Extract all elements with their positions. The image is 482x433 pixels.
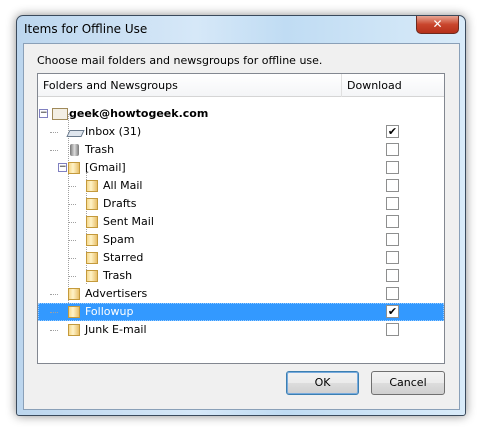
folder-label: Inbox (31) (85, 125, 142, 138)
tree-row[interactable]: Drafts (38, 195, 444, 213)
folder-icon (86, 252, 98, 264)
folder-label: Junk E-mail (85, 323, 147, 336)
ok-button[interactable]: OK (286, 371, 359, 395)
tree-row[interactable]: Starred (38, 249, 444, 267)
tree-row[interactable]: Trash (38, 141, 444, 159)
close-button[interactable]: ✕ (416, 16, 459, 34)
folder-icon (68, 288, 80, 300)
folder-label: Trash (85, 143, 115, 156)
tree-row[interactable]: − geek@howtogeek.com (38, 105, 444, 123)
tree-row[interactable]: Followup ✔ (38, 303, 444, 321)
tree-row[interactable]: All Mail (38, 177, 444, 195)
download-checkbox[interactable] (386, 233, 399, 246)
inbox-icon (66, 130, 85, 137)
folder-label: Starred (103, 251, 144, 264)
tree-line (68, 204, 76, 205)
download-checkbox[interactable] (386, 161, 399, 174)
account-icon (52, 108, 68, 120)
folder-label: Drafts (103, 197, 137, 210)
folder-icon (86, 216, 98, 228)
download-checkbox[interactable] (386, 179, 399, 192)
column-divider[interactable] (341, 74, 342, 97)
folder-icon (86, 270, 98, 282)
tree-row[interactable]: Inbox (31) ✔ (38, 123, 444, 141)
folder-icon (86, 234, 98, 246)
tree-row[interactable]: Sent Mail (38, 213, 444, 231)
dialog-window: Items for Offline Use ✕ Choose mail fold… (16, 15, 466, 416)
tree-line (50, 132, 58, 133)
download-checkbox[interactable] (386, 143, 399, 156)
tree-row[interactable]: Trash (38, 267, 444, 285)
download-checkbox[interactable] (386, 287, 399, 300)
download-checkbox[interactable]: ✔ (386, 305, 399, 318)
trash-icon (70, 144, 79, 156)
tree-row[interactable]: Advertisers (38, 285, 444, 303)
download-checkbox[interactable] (386, 251, 399, 264)
collapse-toggle[interactable]: − (58, 163, 67, 172)
folder-icon (86, 180, 98, 192)
folder-icon (68, 324, 80, 336)
instruction-text: Choose mail folders and newsgroups for o… (37, 54, 323, 67)
window-title: Items for Offline Use (24, 22, 148, 36)
tree-line (50, 150, 58, 151)
tree-line (68, 240, 76, 241)
column-header-download[interactable]: Download (347, 79, 402, 92)
list-header: Folders and Newsgroups Download (38, 74, 444, 97)
tree-line (68, 276, 76, 277)
folder-label: Spam (103, 233, 135, 246)
tree-line (50, 330, 58, 331)
folder-label: [Gmail] (85, 161, 126, 174)
tree-line (68, 258, 76, 259)
tree-line (50, 294, 58, 295)
download-checkbox[interactable] (386, 269, 399, 282)
folder-icon (86, 198, 98, 210)
tree-row[interactable]: − [Gmail] (38, 159, 444, 177)
tree-row[interactable]: Spam (38, 231, 444, 249)
folder-label: geek@howtogeek.com (69, 107, 209, 120)
download-checkbox[interactable] (386, 197, 399, 210)
cancel-button[interactable]: Cancel (371, 371, 445, 395)
folder-label: All Mail (103, 179, 143, 192)
folder-label: Sent Mail (103, 215, 154, 228)
tree-line (68, 222, 76, 223)
download-checkbox[interactable] (386, 215, 399, 228)
collapse-toggle[interactable]: − (39, 109, 48, 118)
tree-row[interactable]: Junk E-mail (38, 321, 444, 339)
folder-label: Advertisers (85, 287, 148, 300)
download-checkbox[interactable] (386, 323, 399, 336)
folder-label: Trash (103, 269, 133, 282)
folder-icon (68, 306, 80, 318)
folder-label: Followup (85, 305, 134, 318)
tree-line (68, 186, 76, 187)
download-checkbox[interactable]: ✔ (386, 125, 399, 138)
folder-icon (68, 162, 80, 174)
column-header-folders[interactable]: Folders and Newsgroups (43, 79, 178, 92)
tree-line (50, 312, 58, 313)
dialog-client: Choose mail folders and newsgroups for o… (23, 43, 460, 410)
folder-tree-list[interactable]: Folders and Newsgroups Download − geek@ho… (37, 73, 445, 364)
